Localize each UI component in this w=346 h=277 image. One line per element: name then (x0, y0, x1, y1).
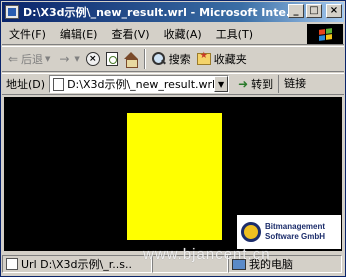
back-button[interactable]: ⇐ 后退 ▼ (2, 48, 53, 70)
stop-button[interactable]: × (83, 48, 103, 70)
chevron-down-icon: ▼ (74, 55, 80, 63)
chevron-down-icon: ▼ (45, 55, 51, 63)
logo-line-1: Bitmanagement (265, 222, 326, 231)
menu-edit[interactable]: 编辑(E) (53, 26, 105, 42)
status-zone-pane: 我的电脑 (228, 255, 342, 273)
maximize-button[interactable]: □ (306, 4, 322, 18)
address-dropdown-button[interactable]: ▼ (214, 76, 229, 92)
status-bar: Url D:\X3d示例\_r..s.. 我的电脑 (2, 253, 344, 275)
forward-button[interactable]: → ▼ (53, 48, 82, 70)
go-arrow-icon: ➜ (238, 77, 249, 91)
go-button[interactable]: ➜ 转到 (233, 76, 278, 92)
status-url-pane: Url D:\X3d示例\_r..s.. (2, 255, 152, 273)
menu-view[interactable]: 查看(V) (104, 26, 156, 42)
stop-icon: × (85, 52, 100, 66)
favorites-label: 收藏夹 (213, 53, 247, 66)
address-value: D:\X3d示例\_new_result.wrl (67, 78, 215, 91)
back-label: 后退 (21, 53, 43, 66)
status-url-text: Url D:\X3d示例\_r..s.. (21, 258, 132, 271)
minimize-button[interactable]: _ (288, 4, 304, 18)
windows-logo (307, 24, 343, 44)
search-label: 搜索 (168, 53, 191, 66)
browser-window: D:\X3d示例\_new_result.wrl - Microsoft Int… (0, 0, 346, 277)
page-icon (53, 77, 65, 91)
ie-page-icon (5, 5, 19, 19)
bitmanagement-logo[interactable]: Bitmanagement Software GmbH (237, 215, 341, 249)
my-computer-icon (232, 258, 246, 270)
address-bar: 地址(D) D:\X3d示例\_new_result.wrl ▼ ➜ 转到 链接 (2, 73, 344, 95)
refresh-icon (105, 52, 118, 66)
menu-bar: 文件(F) 编辑(E) 查看(V) 收藏(A) 工具(T) (2, 23, 344, 45)
close-button[interactable]: × (326, 4, 342, 18)
links-button[interactable]: 链接 (278, 75, 306, 93)
toolbar-separator (143, 49, 146, 69)
favorites-button[interactable]: 收藏夹 (194, 48, 250, 70)
home-icon (123, 52, 138, 68)
vrml-viewport[interactable]: Bitmanagement Software GmbH (4, 97, 342, 251)
menu-favorites[interactable]: 收藏(A) (157, 26, 209, 42)
yellow-box-shape (127, 113, 222, 240)
bitmanagement-circle-icon (241, 222, 261, 242)
search-icon (151, 52, 166, 66)
windows-flag-icon (318, 27, 332, 41)
logo-line-2: Software GmbH (265, 232, 326, 241)
standard-toolbar: ⇐ 后退 ▼ → ▼ × 搜索 收藏夹 (2, 46, 344, 72)
menu-file[interactable]: 文件(F) (2, 26, 53, 42)
favorites-folder-icon (196, 51, 211, 65)
address-label: 地址(D) (6, 78, 46, 91)
window-title: D:\X3d示例\_new_result.wrl - Microsoft Int… (23, 6, 288, 19)
menu-tools[interactable]: 工具(T) (209, 26, 260, 42)
address-input[interactable]: D:\X3d示例\_new_result.wrl ▼ (49, 75, 230, 93)
status-zone-text: 我的电脑 (249, 258, 293, 271)
window-controls: _ □ × (288, 4, 342, 18)
forward-arrow-icon: → (59, 52, 70, 66)
back-arrow-icon: ⇐ (7, 52, 19, 66)
status-empty-pane (152, 255, 228, 273)
search-button[interactable]: 搜索 (149, 48, 194, 70)
home-button[interactable] (121, 48, 141, 70)
title-bar[interactable]: D:\X3d示例\_new_result.wrl - Microsoft Int… (2, 2, 344, 22)
go-label: 转到 (251, 78, 274, 91)
chevron-down-icon: ▼ (217, 79, 225, 89)
page-icon (6, 258, 18, 270)
bitmanagement-logo-text: Bitmanagement Software GmbH (265, 222, 325, 242)
refresh-button[interactable] (103, 48, 121, 70)
